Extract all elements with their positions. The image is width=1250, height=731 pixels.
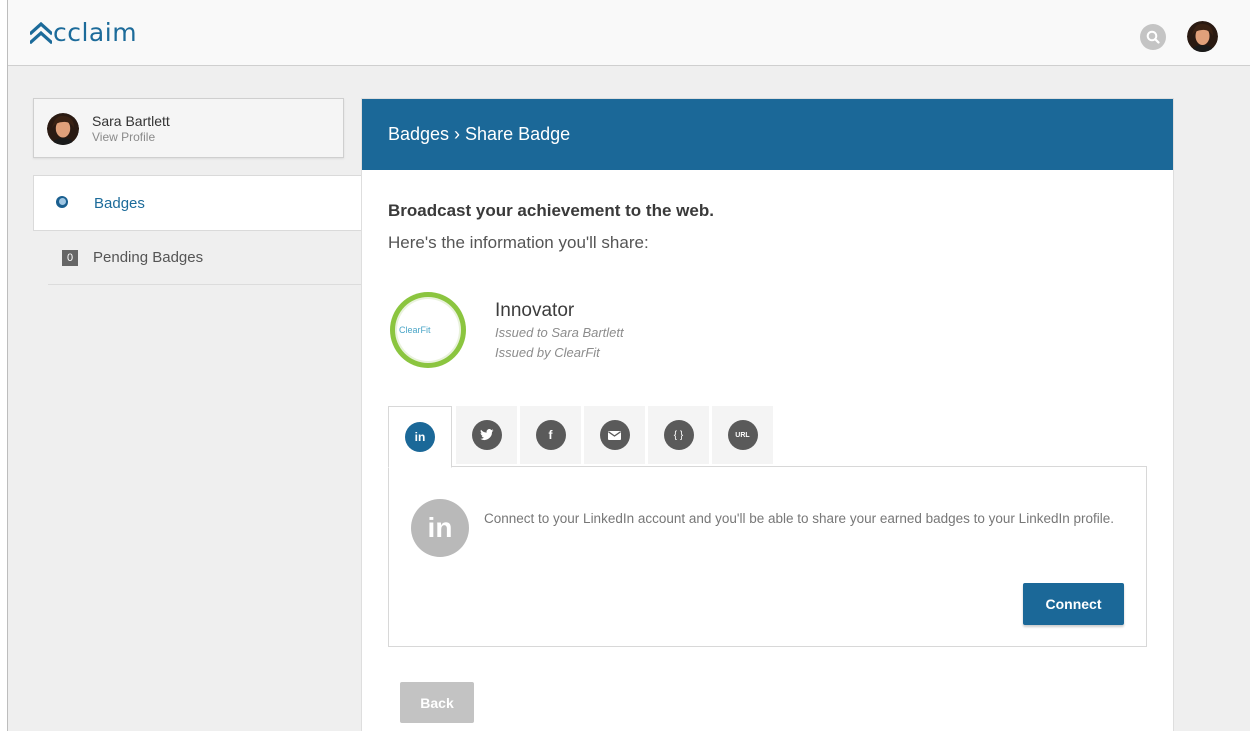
twitter-icon bbox=[471, 420, 502, 450]
profile-name: Sara Bartlett bbox=[92, 113, 170, 129]
clearfit-badge-image: ClearFit bbox=[390, 292, 466, 368]
badge-issued-to: Issued to Sara Bartlett bbox=[495, 325, 624, 340]
email-icon bbox=[599, 420, 630, 450]
facebook-icon: f bbox=[535, 420, 566, 450]
embed-code-icon: { } bbox=[663, 420, 694, 450]
view-profile-link[interactable]: View Profile bbox=[92, 130, 155, 144]
tab-url[interactable]: URL bbox=[712, 406, 776, 464]
tab-twitter[interactable] bbox=[456, 406, 520, 464]
top-navigation-bar: cclaim bbox=[8, 0, 1250, 66]
tab-embed[interactable]: { } bbox=[648, 406, 712, 464]
sidebar-item-label: Badges bbox=[94, 194, 145, 212]
acclaim-chevron-icon bbox=[30, 22, 52, 44]
tab-linkedin[interactable]: in bbox=[388, 406, 452, 468]
tab-email[interactable] bbox=[584, 406, 648, 464]
sidebar-item-badges[interactable]: Badges bbox=[33, 175, 361, 231]
tab-facebook[interactable]: f bbox=[520, 406, 584, 464]
search-icon bbox=[1146, 30, 1160, 44]
badge-issued-by: Issued by ClearFit bbox=[495, 345, 600, 360]
user-avatar-image bbox=[1187, 21, 1218, 52]
back-button[interactable]: Back bbox=[400, 682, 474, 723]
linkedin-connect-text: Connect to your LinkedIn account and you… bbox=[484, 511, 1114, 526]
acclaim-logo[interactable]: cclaim bbox=[30, 20, 137, 46]
page-title: Badges › Share Badge bbox=[362, 99, 1173, 170]
linkedin-icon: in bbox=[405, 422, 435, 452]
badge-icon bbox=[56, 196, 68, 208]
broadcast-heading: Broadcast your achievement to the web. bbox=[388, 201, 714, 220]
linkedin-icon: in bbox=[411, 499, 469, 557]
linkedin-share-box: in Connect to your LinkedIn account and … bbox=[388, 466, 1147, 647]
sidebar-item-label: Pending Badges bbox=[93, 249, 204, 266]
profile-card[interactable]: Sara Bartlett View Profile bbox=[33, 98, 344, 158]
user-avatar[interactable] bbox=[1187, 21, 1218, 52]
sidebar-item-pending-badges[interactable]: 0 Pending Badges bbox=[48, 231, 361, 285]
share-badge-panel: Badges › Share Badge Broadcast your achi… bbox=[361, 98, 1174, 731]
share-tabs: in f { } URL bbox=[388, 406, 776, 468]
badge-logo-text: ClearFit bbox=[399, 325, 431, 335]
avatar bbox=[47, 113, 79, 145]
url-icon: URL bbox=[727, 420, 758, 450]
sidebar-nav: Badges 0 Pending Badges bbox=[33, 175, 361, 285]
pending-count-badge: 0 bbox=[62, 250, 78, 266]
search-button[interactable] bbox=[1140, 24, 1166, 50]
badge-title: Innovator bbox=[495, 300, 575, 321]
app-window: cclaim Sara Bartlett View Profile Badges… bbox=[7, 0, 1250, 731]
connect-button[interactable]: Connect bbox=[1023, 583, 1124, 625]
logo-text: cclaim bbox=[53, 18, 138, 47]
share-info-subheading: Here's the information you'll share: bbox=[388, 233, 649, 252]
